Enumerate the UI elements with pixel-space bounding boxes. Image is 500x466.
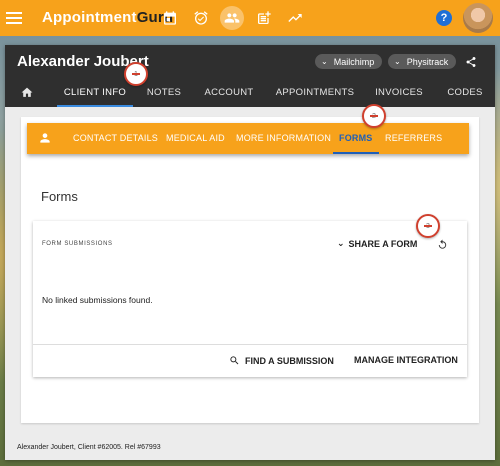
annotation-badge-3: 3	[416, 214, 440, 238]
share-form-label: SHARE A FORM	[348, 238, 418, 249]
app-top-bar: AppointmentGuru ?	[0, 0, 500, 36]
logo-main: Appointment	[42, 9, 137, 26]
subtab-more-information[interactable]: MORE INFORMATION	[236, 123, 331, 154]
manage-integration-button[interactable]: MANAGE INTEGRATION	[354, 355, 458, 365]
chevron-down-icon: ⌄	[321, 57, 328, 66]
subtab-contact-details[interactable]: CONTACT DETAILS	[73, 123, 158, 154]
client-tabs: CLIENT INFO NOTES ACCOUNT APPOINTMENTS I…	[5, 79, 495, 107]
annotation-badge-1: 1	[124, 62, 148, 86]
tab-client-info[interactable]: CLIENT INFO	[57, 79, 133, 107]
tab-invoices[interactable]: INVOICES	[371, 79, 427, 107]
footer-bar: Alexander Joubert, Client #62005. Rel #6…	[5, 436, 495, 460]
subtab-medical-aid[interactable]: MEDICAL AID	[166, 123, 225, 154]
post-add-icon[interactable]	[254, 8, 274, 28]
client-footer-text: Alexander Joubert, Client #62005. Rel #6…	[17, 444, 161, 451]
annotation-badge-2: 2	[362, 104, 386, 128]
people-icon[interactable]	[220, 6, 244, 30]
chevron-down-icon: ⌄	[337, 238, 345, 248]
person-icon	[40, 133, 50, 143]
alarm-icon[interactable]	[191, 8, 211, 28]
home-icon[interactable]	[20, 86, 34, 99]
form-submissions-panel: FORM SUBMISSIONS ⌄ SHARE A FORM No linke…	[33, 221, 467, 377]
tab-appointments[interactable]: APPOINTMENTS	[273, 79, 357, 107]
tab-notes[interactable]: NOTES	[141, 79, 187, 107]
find-submission-button[interactable]: FIND A SUBMISSION	[229, 355, 334, 366]
forms-title: Forms	[41, 189, 78, 204]
client-header: Alexander Joubert ⌄ Mailchimp ⌄ Physitra…	[5, 45, 495, 107]
trending-up-icon[interactable]	[285, 8, 305, 28]
calendar-icon[interactable]	[160, 8, 180, 28]
user-avatar[interactable]	[463, 3, 493, 33]
chevron-down-icon: ⌄	[394, 57, 401, 66]
app-logo[interactable]: AppointmentGuru	[42, 9, 173, 26]
chip-label: Physitrack	[406, 56, 449, 67]
help-icon[interactable]: ?	[436, 10, 452, 26]
share-icon[interactable]	[465, 56, 477, 68]
divider	[33, 344, 467, 345]
empty-state-text: No linked submissions found.	[42, 295, 153, 305]
tab-codes[interactable]: CODES	[445, 79, 485, 107]
form-submissions-label: FORM SUBMISSIONS	[42, 241, 113, 247]
tab-account[interactable]: ACCOUNT	[201, 79, 257, 107]
find-submission-label: FIND A SUBMISSION	[245, 355, 334, 366]
subtab-referrers[interactable]: REFERRERS	[385, 123, 442, 154]
refresh-icon[interactable]	[437, 239, 448, 250]
chip-label: Mailchimp	[333, 56, 375, 67]
physitrack-chip[interactable]: ⌄ Physitrack	[388, 54, 457, 69]
share-form-button[interactable]: ⌄ SHARE A FORM	[337, 238, 417, 249]
mailchimp-chip[interactable]: ⌄ Mailchimp	[315, 54, 383, 69]
menu-icon[interactable]	[6, 9, 22, 25]
client-info-subtabs: CONTACT DETAILS MEDICAL AID MORE INFORMA…	[27, 123, 469, 154]
search-icon	[230, 356, 239, 365]
